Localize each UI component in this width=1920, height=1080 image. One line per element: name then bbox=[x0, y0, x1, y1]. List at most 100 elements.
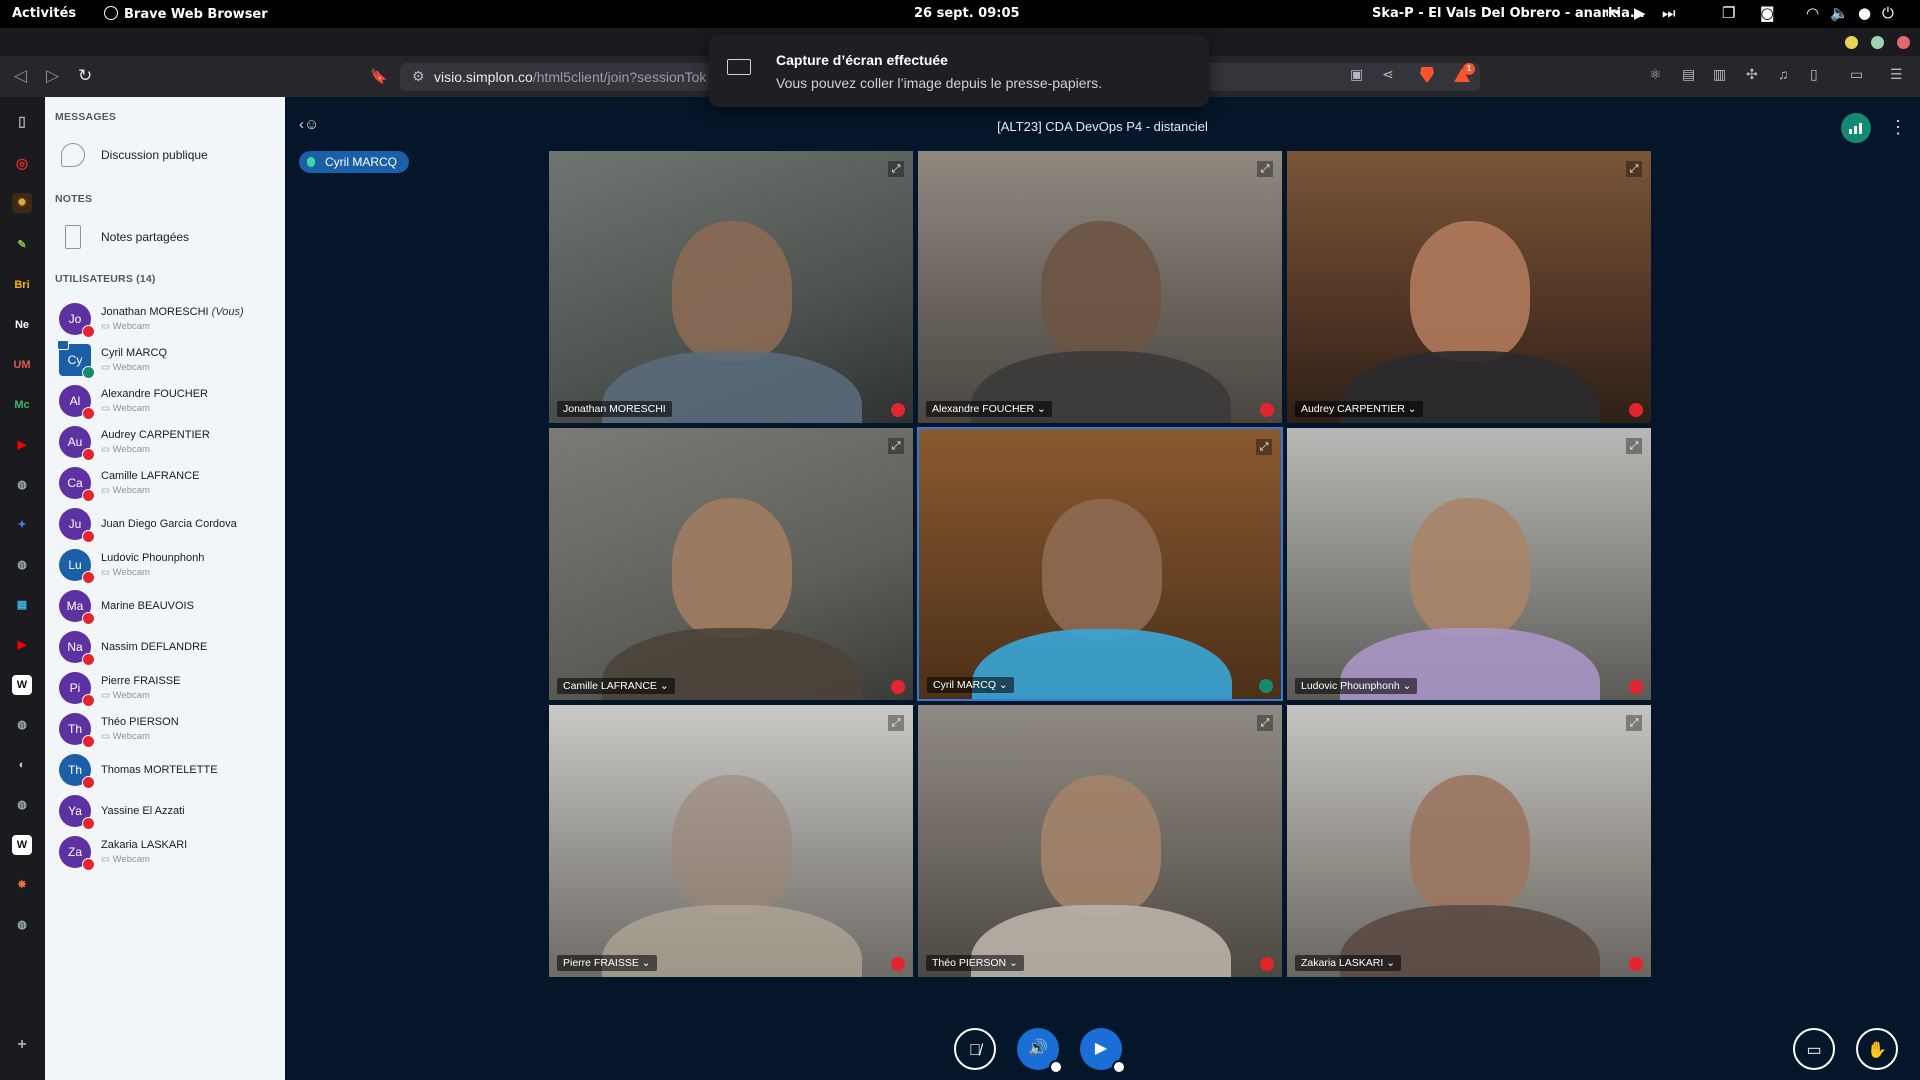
user-item[interactable]: Za Zakaria LASKARI ▭ Webcam bbox=[59, 830, 274, 871]
user-item[interactable]: Au Audrey CARPENTIER ▭ Webcam bbox=[59, 420, 274, 461]
share-icon[interactable]: ⋖ bbox=[1382, 66, 1394, 83]
url-text[interactable]: visio.simplon.co/html5client/join?sessio… bbox=[434, 69, 710, 85]
power-icon[interactable]: ⏻ bbox=[1882, 4, 1894, 22]
fullscreen-icon[interactable]: ⤢ bbox=[1256, 439, 1272, 455]
fullscreen-icon[interactable]: ⤢ bbox=[888, 715, 904, 731]
fullscreen-icon[interactable]: ⤢ bbox=[888, 438, 904, 454]
raise-hand-button[interactable]: ✋ bbox=[1856, 1028, 1898, 1070]
globe-icon[interactable]: ◍ bbox=[12, 555, 32, 575]
fullscreen-icon[interactable]: ⤢ bbox=[1257, 161, 1273, 177]
fullscreen-icon[interactable]: ⤢ bbox=[1626, 438, 1642, 454]
back-icon[interactable]: ◁ bbox=[14, 66, 27, 86]
reload-icon[interactable]: ↻ bbox=[78, 66, 92, 86]
globe-icon[interactable]: ◍ bbox=[12, 915, 32, 935]
github-icon[interactable]: ◐ bbox=[12, 755, 32, 775]
sidebar-panel-icon[interactable]: ▯ bbox=[12, 111, 32, 131]
music-icon[interactable]: ♫ bbox=[1778, 66, 1789, 82]
extension-icon[interactable]: ▤ bbox=[1682, 66, 1695, 83]
youtube-icon[interactable]: ▶ bbox=[12, 435, 32, 455]
video-tile[interactable]: ⤢ Jonathan MORESCHI bbox=[548, 150, 914, 424]
user-item[interactable]: Lu Ludovic Phounphonh ▭ Webcam bbox=[59, 543, 274, 584]
add-icon[interactable]: + bbox=[12, 1035, 32, 1055]
options-menu-icon[interactable]: ⋮ bbox=[1889, 117, 1907, 138]
wifi-icon[interactable]: ◠ bbox=[1806, 4, 1819, 22]
webcam-button[interactable]: ▶ bbox=[1080, 1028, 1126, 1074]
extension-react-icon[interactable]: ⚛ bbox=[1649, 66, 1662, 83]
video-tile[interactable]: ⤢ Zakaria LASKARI ⌄ bbox=[1286, 704, 1652, 978]
wikipedia-icon[interactable]: W bbox=[12, 675, 32, 695]
bookmark-favicon-icon[interactable]: ✎ bbox=[12, 235, 32, 255]
user-item[interactable]: Ya Yassine El Azzati bbox=[59, 789, 274, 830]
video-tile[interactable]: ⤢ Alexandre FOUCHER ⌄ bbox=[917, 150, 1283, 424]
video-tile[interactable]: ⤢ Théo PIERSON ⌄ bbox=[917, 704, 1283, 978]
public-chat-item[interactable]: Discussion publique bbox=[59, 141, 269, 171]
bookmark-favicon-icon[interactable]: ✦ bbox=[12, 515, 32, 535]
bookmark-favicon-icon[interactable]: ▦ bbox=[12, 595, 32, 615]
wallet-icon[interactable]: ▭ bbox=[1850, 66, 1863, 83]
globe-icon[interactable]: ◍ bbox=[12, 475, 32, 495]
bookmark-favicon-icon[interactable]: Mc bbox=[12, 395, 32, 415]
screen-share-button[interactable]: ▭ bbox=[1793, 1028, 1835, 1070]
wikipedia-icon[interactable]: W bbox=[12, 835, 32, 855]
fullscreen-icon[interactable]: ⤢ bbox=[1626, 715, 1642, 731]
audio-button[interactable]: 🔊 bbox=[1017, 1028, 1063, 1074]
bookmark-favicon-icon[interactable]: Ne bbox=[12, 315, 32, 335]
microphone-icon[interactable]: ● bbox=[1858, 4, 1871, 22]
screenshot-icon bbox=[727, 59, 751, 75]
close-button[interactable] bbox=[1897, 36, 1910, 49]
sidebar-toggle-icon[interactable]: ▯ bbox=[1810, 66, 1818, 83]
user-item[interactable]: Ma Marine BEAUVOIS bbox=[59, 584, 274, 625]
connection-status-icon[interactable] bbox=[1841, 113, 1871, 143]
youtube-icon[interactable]: ▶ bbox=[12, 635, 32, 655]
bookmark-favicon-icon[interactable]: UM bbox=[12, 355, 32, 375]
user-item[interactable]: Ca Camille LAFRANCE ▭ Webcam bbox=[59, 461, 274, 502]
fullscreen-icon[interactable]: ⤢ bbox=[1626, 161, 1642, 177]
clipboard-icon[interactable]: ❐ bbox=[1722, 4, 1735, 22]
globe-icon[interactable]: ◍ bbox=[12, 715, 32, 735]
bookmark-favicon-icon[interactable]: ✸ bbox=[12, 875, 32, 895]
bookmark-favicon-icon[interactable]: ✹ bbox=[12, 193, 32, 213]
talking-indicator[interactable]: Cyril MARCQ bbox=[299, 151, 409, 173]
user-item[interactable]: Jo Jonathan MORESCHI (Vous) ▭ Webcam bbox=[59, 297, 274, 338]
menu-icon[interactable]: ☰ bbox=[1890, 66, 1903, 83]
activities-button[interactable]: Activités bbox=[12, 6, 76, 21]
video-tile[interactable]: ⤢ Audrey CARPENTIER ⌄ bbox=[1286, 150, 1652, 424]
volume-icon[interactable]: 🔈 bbox=[1830, 4, 1849, 22]
bookmark-icon[interactable]: 🔖 bbox=[370, 68, 387, 85]
bookmark-favicon-icon[interactable]: Bri bbox=[12, 275, 32, 295]
forward-icon[interactable]: ▷ bbox=[46, 66, 59, 86]
chevron-icon[interactable] bbox=[1049, 1060, 1063, 1074]
shared-notes-item[interactable]: Notes partagées bbox=[59, 223, 269, 253]
globe-icon[interactable]: ◍ bbox=[12, 795, 32, 815]
video-tile[interactable]: ⤢ Ludovic Phounphonh ⌄ bbox=[1286, 427, 1652, 701]
minimize-button[interactable] bbox=[1845, 36, 1858, 49]
video-tile-active[interactable]: ⤢ Cyril MARCQ ⌄ bbox=[917, 427, 1283, 701]
user-item[interactable]: Th Théo PIERSON ▭ Webcam bbox=[59, 707, 274, 748]
media-title[interactable]: Ska-P - El Vals Del Obrero - anarkia... bbox=[1372, 6, 1645, 21]
user-item[interactable]: Al Alexandre FOUCHER ▭ Webcam bbox=[59, 379, 274, 420]
extension-icon[interactable]: ▥ bbox=[1713, 66, 1726, 83]
user-item[interactable]: Ju Juan Diego Garcia Cordova bbox=[59, 502, 274, 543]
chevron-icon[interactable] bbox=[1112, 1060, 1126, 1074]
video-tile[interactable]: ⤢ Camille LAFRANCE ⌄ bbox=[548, 427, 914, 701]
clock[interactable]: 26 sept. 09:05 bbox=[914, 6, 1020, 21]
user-item[interactable]: Na Nassim DEFLANDRE bbox=[59, 625, 274, 666]
camera-permission-icon[interactable]: ▣ bbox=[1350, 66, 1363, 83]
video-tile[interactable]: ⤢ Pierre FRAISSE ⌄ bbox=[548, 704, 914, 978]
maximize-button[interactable] bbox=[1871, 36, 1884, 49]
user-item[interactable]: Pi Pierre FRAISSE ▭ Webcam bbox=[59, 666, 274, 707]
app-menu[interactable]: Brave Web Browser bbox=[104, 6, 268, 22]
puzzle-icon[interactable]: ✣ bbox=[1746, 66, 1758, 83]
previous-track-icon[interactable]: ⏮ bbox=[1606, 4, 1620, 22]
user-item[interactable]: Cy Cyril MARCQ ▭ Webcam bbox=[57, 338, 274, 379]
user-item[interactable]: Th Thomas MORTELETTE bbox=[59, 748, 274, 789]
fullscreen-icon[interactable]: ⤢ bbox=[1257, 715, 1273, 731]
mute-microphone-button[interactable]: 🎙̸ bbox=[954, 1028, 996, 1070]
site-info-icon[interactable]: ⚙ bbox=[412, 68, 425, 85]
opera-icon[interactable]: ◎ bbox=[12, 153, 32, 173]
fullscreen-icon[interactable]: ⤢ bbox=[888, 161, 904, 177]
next-track-icon[interactable]: ⏭ bbox=[1662, 4, 1676, 22]
play-icon[interactable]: ▶ bbox=[1634, 4, 1646, 22]
screenshot-notification[interactable]: Capture d’écran effectuée Vous pouvez co… bbox=[709, 35, 1209, 107]
discord-icon[interactable]: ◙ bbox=[1760, 4, 1775, 22]
